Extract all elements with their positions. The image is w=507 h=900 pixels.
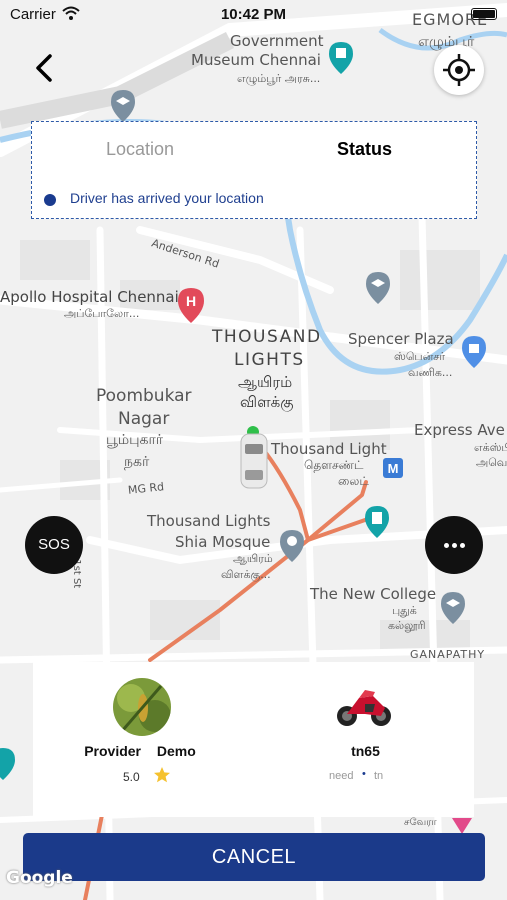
- map-label-tl-metro-ta-2: லைட்: [338, 474, 369, 488]
- map-label-lights: LIGHTS: [234, 350, 305, 370]
- map-label-express: Express Ave: [414, 421, 505, 439]
- map-label-poombukar: Poombukar: [96, 386, 192, 406]
- map-label-apollo: Apollo Hospital Chennai: [0, 288, 179, 306]
- svg-text:H: H: [186, 293, 196, 309]
- provider-avatar: [113, 678, 171, 736]
- metro-icon: M: [383, 458, 403, 478]
- map-label-ganapathy: GANAPATHY: [410, 648, 486, 661]
- vehicle-model: need: [329, 770, 354, 782]
- provider-name: Provider Demo: [84, 743, 196, 759]
- map-label-express-ta: எக்ஸ்பிர: [474, 441, 507, 454]
- tab-location[interactable]: Location: [106, 139, 174, 160]
- provider-card: Provider Demo 5.0 tn65 need • tn: [33, 662, 474, 817]
- star-icon: [154, 767, 170, 783]
- motorcycle-icon: [337, 690, 391, 726]
- ride-status-card: Location Status Driver has arrived your …: [31, 121, 477, 219]
- map-label-poombukar-ta: பூம்புகார்: [106, 432, 164, 448]
- map-label-apollo-ta: அப்போலோ...: [64, 307, 140, 320]
- map-label-tl-metro: Thousand Light: [271, 440, 387, 458]
- crosshair-icon: [443, 54, 475, 86]
- map-label-spencer: Spencer Plaza: [348, 330, 454, 348]
- svg-text:M: M: [388, 461, 399, 476]
- car-marker-icon: [240, 426, 268, 489]
- sos-button[interactable]: SOS: [25, 516, 83, 574]
- map-label-mosque-2: Shia Mosque: [175, 533, 271, 551]
- provider-rating: 5.0: [123, 770, 140, 784]
- map-label-museum: Government: [230, 32, 324, 50]
- map-label-new-college-ta: புதுக்: [392, 604, 417, 617]
- status-dot-icon: [44, 194, 56, 206]
- map-label-mosque: Thousand Lights: [147, 512, 271, 530]
- map-label-tl-metro-ta: தௌசண்ட்: [304, 458, 364, 472]
- map-label-spencer-ta-2: வணிக...: [408, 366, 453, 379]
- clock-time: 10:42 PM: [220, 6, 287, 23]
- tab-status[interactable]: Status: [337, 139, 392, 160]
- status-bar: Carrier 10:42 PM: [0, 0, 507, 30]
- map-label-thousand-ta-2: விளக்கு: [240, 393, 294, 411]
- map-label-express-ta-2: அவென்: [476, 456, 507, 469]
- battery-icon: [471, 8, 497, 20]
- more-options-button[interactable]: [425, 516, 483, 574]
- vehicle-separator: •: [362, 768, 366, 780]
- map-label-museum-2: Museum Chennai: [191, 51, 321, 69]
- map-label-new-college: The New College: [310, 585, 437, 603]
- chevron-left-icon: [36, 54, 52, 82]
- map-label-mosque-ta: ஆயிரம்: [233, 552, 273, 565]
- map-label-mosque-ta-2: விளக்கு...: [221, 568, 271, 581]
- back-button[interactable]: [28, 50, 64, 86]
- map-label-new-college-ta-2: கல்லூரி: [388, 619, 426, 632]
- map-label-savera: சவேரா: [404, 817, 437, 828]
- map-label-spencer-ta: ஸ்பென்சர்: [394, 350, 446, 363]
- map-label-nagar: Nagar: [118, 409, 170, 429]
- more-dots-icon: [444, 543, 449, 548]
- cancel-ride-button[interactable]: CANCEL: [23, 833, 485, 881]
- map-label-museum-ta: எழும்பூர் அரசு...: [237, 72, 321, 85]
- map-label-thousand-ta: ஆயிரம்: [238, 373, 293, 391]
- vehicle-number: tn65: [351, 743, 380, 759]
- status-message: Driver has arrived your location: [70, 190, 264, 206]
- map-label-thousand: THOUSAND: [212, 327, 322, 347]
- vehicle-type: tn: [374, 770, 384, 782]
- map-label-nagar-ta: நகர்: [124, 454, 150, 470]
- google-logo: Google: [6, 868, 73, 888]
- recenter-location-button[interactable]: [434, 45, 484, 95]
